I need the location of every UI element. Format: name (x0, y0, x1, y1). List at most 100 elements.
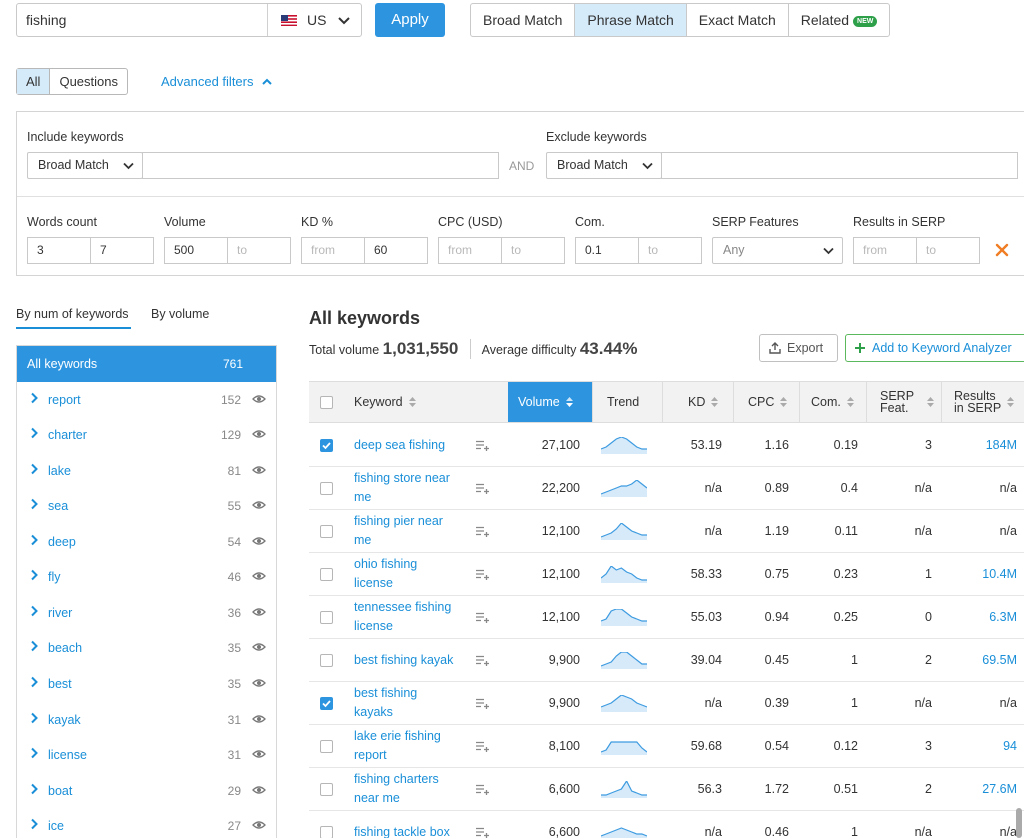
kd-from-input[interactable]: from (301, 237, 365, 264)
include-keywords-input[interactable] (142, 152, 499, 179)
group-item[interactable]: sea 55 (17, 488, 276, 524)
keyword-link[interactable]: lake erie fishing report (354, 727, 441, 765)
add-to-keyword-analyzer-button[interactable]: Add to Keyword Analyzer (845, 334, 1024, 362)
group-item-all-keywords[interactable]: All keywords 761 (17, 346, 276, 382)
country-select[interactable]: US (307, 12, 326, 28)
add-to-list-icon[interactable] (475, 569, 490, 580)
keyword-link[interactable]: deep sea fishing (354, 436, 445, 455)
chevron-right-icon[interactable] (30, 640, 38, 652)
apply-button[interactable]: Apply (375, 3, 445, 37)
eye-icon[interactable] (252, 429, 266, 439)
results-in-serp-cell[interactable]: 69.5M (941, 639, 1017, 681)
serp-features-select[interactable]: Any (712, 237, 843, 264)
chevron-right-icon[interactable] (30, 676, 38, 688)
cpc-to-input[interactable]: to (501, 237, 565, 264)
group-item[interactable]: lake 81 (17, 453, 276, 489)
row-checkbox[interactable] (320, 696, 333, 710)
exclude-match-select[interactable]: Broad Match (546, 152, 662, 179)
chevron-right-icon[interactable] (30, 463, 38, 475)
scrollbar[interactable] (1016, 808, 1022, 838)
row-checkbox[interactable] (320, 653, 333, 667)
checkbox[interactable] (320, 395, 333, 409)
group-item[interactable]: report 152 (17, 382, 276, 418)
search-input[interactable]: fishing US (16, 3, 362, 37)
chevron-right-icon[interactable] (30, 605, 38, 617)
row-checkbox[interactable] (320, 438, 333, 452)
chevron-right-icon[interactable] (30, 747, 38, 759)
group-item[interactable]: beach 35 (17, 630, 276, 666)
column-keyword[interactable]: Keyword (354, 382, 417, 422)
eye-icon[interactable] (252, 714, 266, 724)
chevron-down-icon[interactable] (337, 14, 351, 28)
chevron-right-icon[interactable] (30, 569, 38, 581)
chevron-right-icon[interactable] (30, 712, 38, 724)
tab-questions[interactable]: Questions (50, 69, 127, 94)
com-from-input[interactable]: 0.1 (575, 237, 639, 264)
row-checkbox[interactable] (320, 610, 333, 624)
results-to-input[interactable]: to (916, 237, 980, 264)
eye-icon[interactable] (252, 785, 266, 795)
group-item[interactable]: ice 27 (17, 808, 276, 838)
column-com[interactable]: Com. (811, 382, 855, 422)
results-in-serp-cell[interactable]: 10.4M (941, 553, 1017, 595)
chevron-right-icon[interactable] (30, 427, 38, 439)
eye-icon[interactable] (252, 607, 266, 617)
eye-icon[interactable] (252, 571, 266, 581)
chevron-right-icon[interactable] (30, 818, 38, 830)
column-kd[interactable]: KD (688, 382, 719, 422)
advanced-filters-toggle[interactable]: Advanced filters (161, 74, 273, 89)
eye-icon[interactable] (252, 500, 266, 510)
eye-icon[interactable] (252, 678, 266, 688)
eye-icon[interactable] (252, 749, 266, 759)
search-query[interactable]: fishing (26, 12, 66, 28)
eye-icon[interactable] (252, 642, 266, 652)
column-serp-features[interactable]: SERP Feat. (880, 382, 935, 422)
kd-to-input[interactable]: 60 (364, 237, 428, 264)
keyword-link[interactable]: fishing tackle box (354, 823, 450, 838)
row-checkbox[interactable] (320, 739, 333, 753)
keyword-link[interactable]: best fishing kayak (354, 651, 453, 670)
add-to-list-icon[interactable] (475, 655, 490, 666)
results-in-serp-cell[interactable]: 94 (941, 725, 1017, 767)
tab-broad-match[interactable]: Broad Match (471, 4, 576, 36)
chevron-right-icon[interactable] (30, 783, 38, 795)
row-checkbox[interactable] (320, 481, 333, 495)
results-from-input[interactable]: from (853, 237, 917, 264)
eye-icon[interactable] (252, 394, 266, 404)
clear-filters-icon[interactable] (995, 243, 1009, 257)
row-checkbox[interactable] (320, 524, 333, 538)
column-volume[interactable]: Volume (508, 382, 592, 422)
add-to-list-icon[interactable] (475, 526, 490, 537)
results-in-serp-cell[interactable]: 184M (941, 424, 1017, 466)
volume-to-input[interactable]: to (227, 237, 291, 264)
row-checkbox[interactable] (320, 825, 333, 838)
tab-exact-match[interactable]: Exact Match (687, 4, 789, 36)
add-to-list-icon[interactable] (475, 483, 490, 494)
add-to-list-icon[interactable] (475, 698, 490, 709)
add-to-list-icon[interactable] (475, 741, 490, 752)
volume-from-input[interactable]: 500 (164, 237, 228, 264)
eye-icon[interactable] (252, 465, 266, 475)
group-item[interactable]: kayak 31 (17, 702, 276, 738)
column-results-in-serp[interactable]: Results in SERP (954, 382, 1015, 422)
keyword-link[interactable]: ohio fishing license (354, 555, 417, 593)
chevron-right-icon[interactable] (30, 392, 38, 404)
group-item[interactable]: river 36 (17, 595, 276, 631)
words-count-from-input[interactable]: 3 (27, 237, 91, 264)
eye-icon[interactable] (252, 536, 266, 546)
group-item[interactable]: fly 46 (17, 559, 276, 595)
tab-by-num-keywords[interactable]: By num of keywords (16, 307, 129, 321)
group-item[interactable]: best 35 (17, 666, 276, 702)
words-count-to-input[interactable]: 7 (90, 237, 154, 264)
column-cpc[interactable]: CPC (748, 382, 788, 422)
tab-phrase-match[interactable]: Phrase Match (575, 4, 687, 36)
group-item[interactable]: license 31 (17, 737, 276, 773)
keyword-link[interactable]: fishing store near me (354, 469, 450, 507)
keyword-link[interactable]: fishing charters near me (354, 770, 439, 808)
chevron-right-icon[interactable] (30, 498, 38, 510)
keyword-link[interactable]: fishing pier near me (354, 512, 443, 550)
chevron-right-icon[interactable] (30, 534, 38, 546)
add-to-list-icon[interactable] (475, 784, 490, 795)
select-all-checkbox[interactable] (320, 382, 334, 422)
export-button[interactable]: Export (759, 334, 838, 362)
